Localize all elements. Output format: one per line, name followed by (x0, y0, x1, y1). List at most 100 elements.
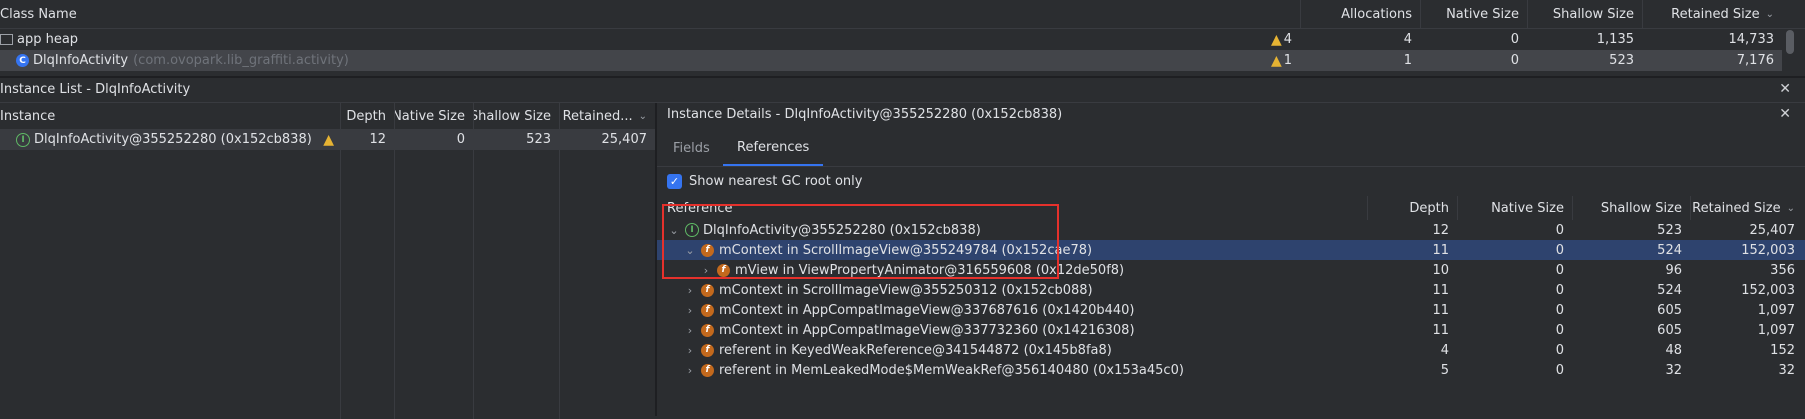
shallow-size-value: 524 (1657, 282, 1682, 298)
sort-descending-icon: ⌄ (1786, 202, 1795, 214)
column-header-depth[interactable]: Depth (340, 103, 394, 129)
reference-row[interactable]: › f referent in MemLeakedMode$MemWeakRef… (657, 360, 1805, 380)
depth-value: 11 (1432, 302, 1449, 318)
expand-icon[interactable]: › (683, 364, 697, 377)
column-header-retained-size[interactable]: Retained Size ⌄ (1642, 0, 1782, 28)
instance-details-titlebar: Instance Details - DlqInfoActivity@35525… (657, 103, 1805, 127)
field-icon: f (701, 363, 714, 377)
column-header-retained-size[interactable]: Retained... ⌄ (559, 103, 655, 129)
expand-icon[interactable]: › (683, 324, 697, 337)
column-header-class-name[interactable]: Class Name (0, 0, 1300, 28)
column-header-shallow-size[interactable]: Shallow Size (1572, 196, 1690, 220)
expand-icon[interactable]: › (683, 304, 697, 317)
native-size-value: 0 (1555, 282, 1564, 298)
shallow-size-value: 32 (1665, 362, 1682, 378)
column-header-allocations[interactable]: Allocations (1300, 0, 1420, 28)
reference-row[interactable]: › f referent in KeyedWeakReference@34154… (657, 340, 1805, 360)
tab-fields[interactable]: Fields (667, 130, 716, 166)
class-row-app-heap[interactable]: app heap ▲ 4 4 0 1,135 14,733 (0, 29, 1782, 50)
highlight-annotation-box (662, 204, 1059, 279)
instance-icon: I (16, 132, 30, 147)
retained-size-value: 356 (1770, 262, 1795, 278)
heap-icon (0, 34, 13, 45)
allocations-value: 4 (1403, 32, 1412, 47)
native-size-value: 0 (1555, 242, 1564, 258)
class-table-header: Class Name Allocations Native Size Shall… (0, 0, 1805, 29)
reference-name: mContext in AppCompatImageView@337732360… (719, 322, 1135, 338)
class-icon: C (16, 54, 29, 67)
column-divider (559, 129, 560, 419)
package-name: (com.ovopark.lib_graffiti.activity) (133, 53, 349, 68)
warning-icon: ▲ (323, 131, 334, 148)
column-header-depth[interactable]: Depth (1367, 196, 1457, 220)
native-size-value: 0 (456, 132, 465, 147)
column-header-native-size[interactable]: Native Size (1457, 196, 1572, 220)
shallow-size-value: 523 (1609, 53, 1634, 68)
reference-row[interactable]: › f mContext in AppCompatImageView@33768… (657, 300, 1805, 320)
instance-details-panel: Instance Details - DlqInfoActivity@35525… (657, 103, 1805, 416)
reference-name: mContext in AppCompatImageView@337687616… (719, 302, 1135, 318)
gc-root-checkbox[interactable]: ✓ (667, 173, 682, 189)
depth-value: 12 (369, 132, 386, 147)
reference-row[interactable]: › f mContext in ScrollImageView@35525031… (657, 280, 1805, 300)
column-header-native-size[interactable]: Native Size (1420, 0, 1527, 28)
column-divider (394, 129, 395, 419)
native-size-value: 0 (1555, 302, 1564, 318)
instance-list-title: Instance List - DlqInfoActivity (0, 82, 191, 97)
expand-icon[interactable]: › (683, 284, 697, 297)
retained-size-value: 152 (1770, 342, 1795, 358)
class-name: app heap (17, 32, 79, 47)
class-name: DlqInfoActivity (33, 53, 129, 68)
shallow-size-value: 96 (1665, 262, 1682, 278)
field-icon: f (701, 323, 714, 337)
instance-list-header: Instance Depth Native Size Shallow Size … (0, 103, 655, 129)
native-size-value: 0 (1555, 322, 1564, 338)
retained-size-value: 14,733 (1728, 32, 1775, 47)
expand-icon[interactable]: › (683, 344, 697, 357)
column-header-native-size[interactable]: Native Size (394, 103, 473, 129)
shallow-size-value: 605 (1657, 322, 1682, 338)
shallow-size-value: 523 (526, 132, 551, 147)
column-divider (473, 129, 474, 419)
warning-count: 4 (1283, 32, 1292, 47)
warning-icon: ▲ (1270, 52, 1282, 69)
retained-size-value: 152,003 (1741, 282, 1795, 298)
instance-details-title: Instance Details - DlqInfoActivity@35525… (667, 107, 1063, 122)
shallow-size-value: 1,135 (1596, 32, 1634, 47)
reference-row[interactable]: › f mContext in AppCompatImageView@33773… (657, 320, 1805, 340)
depth-value: 11 (1432, 242, 1449, 258)
class-row-dlqinfoactivity[interactable]: C DlqInfoActivity (com.ovopark.lib_graff… (0, 50, 1782, 71)
sort-descending-icon: ⌄ (638, 110, 647, 122)
native-size-value: 0 (1555, 342, 1564, 358)
depth-value: 12 (1432, 222, 1449, 238)
retained-size-value: 25,407 (601, 132, 648, 147)
depth-value: 10 (1432, 262, 1449, 278)
tab-references[interactable]: References (723, 130, 824, 166)
allocations-value: 1 (1403, 53, 1412, 68)
retained-size-value: 25,407 (1749, 222, 1796, 238)
column-header-retained-size[interactable]: Retained Size ⌄ (1690, 196, 1803, 220)
close-instance-list-icon[interactable]: ✕ (1779, 81, 1791, 97)
instance-row[interactable]: I DlqInfoActivity@355252280 (0x152cb838)… (0, 129, 655, 150)
column-header-instance[interactable]: Instance (0, 103, 340, 129)
native-size-value: 0 (1555, 262, 1564, 278)
instance-list-panel: Instance Depth Native Size Shallow Size … (0, 103, 655, 419)
depth-value: 4 (1440, 342, 1449, 358)
depth-value: 11 (1432, 322, 1449, 338)
retained-size-value: 32 (1778, 362, 1795, 378)
class-table-scrollbar[interactable] (1786, 30, 1794, 54)
close-instance-details-icon[interactable]: ✕ (1779, 106, 1791, 122)
shallow-size-value: 524 (1657, 242, 1682, 258)
native-size-value: 0 (1510, 53, 1519, 68)
reference-name: referent in KeyedWeakReference@341544872… (719, 342, 1112, 358)
column-header-shallow-size[interactable]: Shallow Size (473, 103, 559, 129)
reference-name: referent in MemLeakedMode$MemWeakRef@356… (719, 362, 1184, 378)
shallow-size-value: 605 (1657, 302, 1682, 318)
instance-list-titlebar: Instance List - DlqInfoActivity ✕ (0, 78, 1805, 103)
gc-root-checkbox-row[interactable]: ✓ Show nearest GC root only (667, 170, 862, 192)
shallow-size-value: 48 (1665, 342, 1682, 358)
column-header-shallow-size[interactable]: Shallow Size (1527, 0, 1642, 28)
sort-descending-icon: ⌄ (1765, 8, 1774, 20)
reference-name: mContext in ScrollImageView@355250312 (0… (719, 282, 1093, 298)
shallow-size-value: 523 (1657, 222, 1682, 238)
